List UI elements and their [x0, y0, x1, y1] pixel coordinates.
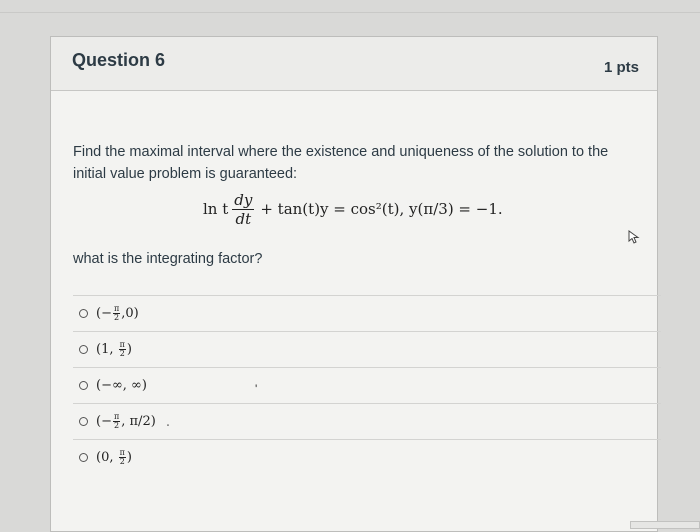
fraction-denominator: 2: [114, 421, 120, 430]
answer-label: (−∞, ∞): [96, 378, 147, 393]
fraction-denominator: 2: [114, 313, 120, 322]
radio-button-icon[interactable]: [79, 453, 88, 462]
answer-sep: ,: [121, 414, 126, 429]
answer-tail: ): [126, 342, 132, 357]
answer-option-4[interactable]: (− π2 , π/2) .: [73, 403, 661, 439]
answer-option-1[interactable]: (− π2 , 0): [73, 295, 661, 331]
question-header: Question 6 1 pts: [51, 37, 657, 91]
answer-option-3[interactable]: (−∞, ∞) ': [73, 367, 661, 403]
pi-over-2-fraction: π2: [112, 305, 121, 322]
radio-button-icon[interactable]: [79, 309, 88, 318]
next-button-edge[interactable]: [630, 521, 700, 529]
pi-over-2-fraction: π2: [118, 449, 126, 466]
fraction-numerator: dy: [232, 190, 255, 210]
answer-tail: 0): [125, 306, 139, 321]
mouse-cursor-icon: [628, 230, 640, 244]
answer-label: (− π2 , π/2): [96, 413, 156, 430]
equation-rest: + tan(t)y = cos²(t), y(π/3) = −1.: [260, 200, 503, 218]
answer-open: (1,: [96, 342, 114, 357]
answer-label: (− π2 , 0): [96, 305, 139, 322]
fraction-denominator: 2: [119, 349, 125, 358]
derivative-fraction: dy dt: [232, 190, 255, 228]
answer-open: (0,: [96, 450, 114, 465]
radio-button-icon[interactable]: [79, 381, 88, 390]
answer-list: (− π2 , 0) (1, π2 ) (−∞, ∞) ' (− π2 , π/…: [73, 295, 661, 475]
answer-tail: π/2): [129, 414, 156, 429]
answer-tail: ): [126, 450, 132, 465]
pi-over-2-fraction: π2: [118, 341, 126, 358]
equation-prefix: ln t: [203, 200, 229, 218]
top-divider: [0, 12, 700, 13]
answer-open: (−: [96, 414, 112, 429]
sub-question: what is the integrating factor?: [73, 251, 263, 267]
fraction-denominator: dt: [235, 209, 252, 228]
equation: ln t dy dt + tan(t)y = cos²(t), y(π/3) =…: [201, 189, 505, 229]
answer-option-5[interactable]: (0, π2 ): [73, 439, 661, 475]
stray-dot: .: [165, 412, 171, 430]
pi-over-2-fraction: π2: [112, 413, 121, 430]
question-title: Question 6: [72, 50, 166, 70]
answer-label: (1, π2 ): [96, 341, 132, 358]
radio-button-icon[interactable]: [79, 345, 88, 354]
question-prompt: Find the maximal interval where the exis…: [73, 144, 609, 182]
fraction-denominator: 2: [119, 457, 125, 466]
answer-option-2[interactable]: (1, π2 ): [73, 331, 661, 367]
answer-open: (−: [96, 306, 112, 321]
question-card: Question 6 1 pts Find the maximal interv…: [50, 36, 661, 532]
answer-label: (0, π2 ): [96, 449, 132, 466]
question-points: 1 pts: [603, 59, 639, 76]
stray-mark: ': [255, 382, 258, 396]
radio-button-icon[interactable]: [79, 417, 88, 426]
